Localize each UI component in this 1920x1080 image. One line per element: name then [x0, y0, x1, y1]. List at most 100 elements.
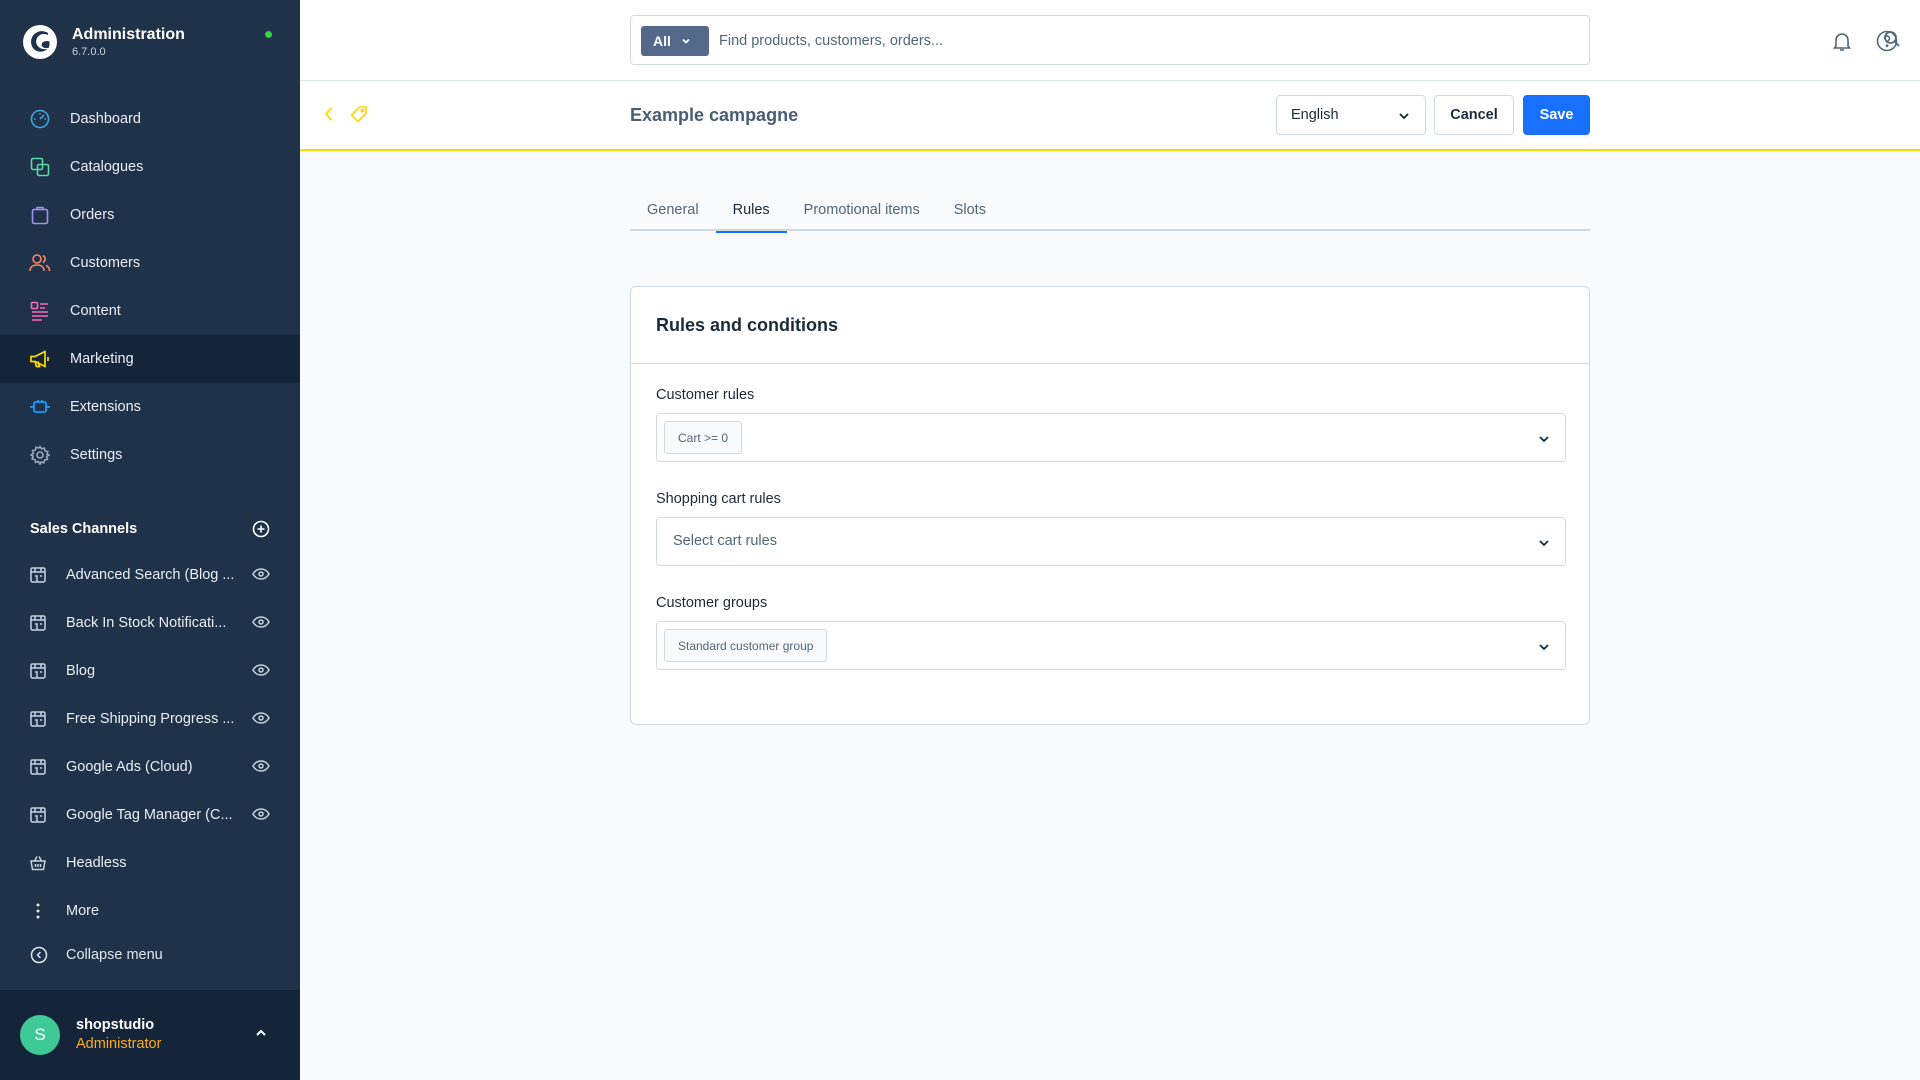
storefront-icon	[28, 805, 48, 825]
nav-label: Customers	[70, 255, 141, 271]
tab-promotional-items[interactable]: Promotional items	[787, 196, 937, 231]
customers-icon	[28, 251, 52, 275]
customer-rules-select[interactable]: Cart >= 0	[656, 413, 1566, 462]
eye-icon[interactable]	[252, 567, 270, 581]
nav-item-customers[interactable]: Customers	[0, 239, 300, 287]
collapse-menu-label: Collapse menu	[66, 947, 163, 963]
content-icon	[28, 299, 52, 323]
eye-icon[interactable]	[252, 759, 270, 773]
orders-icon	[28, 203, 52, 227]
sales-channel-item[interactable]: Google Ads (Cloud)	[0, 743, 300, 791]
sales-channel-list: Advanced Search (Blog ... Back In Stock …	[0, 551, 300, 935]
eye-icon[interactable]	[252, 615, 270, 629]
nav-label: Extensions	[70, 399, 141, 415]
smart-bar: Example campagne English Cancel Save	[300, 81, 1920, 151]
chevron-down-icon	[681, 36, 691, 46]
sales-channel-label: Blog	[66, 663, 96, 679]
eye-icon[interactable]	[252, 711, 270, 725]
nav-label: Dashboard	[70, 111, 141, 127]
settings-icon	[28, 443, 52, 467]
sales-channels-header: Sales Channels	[30, 520, 270, 538]
user-menu[interactable]: S shopstudio Administrator	[0, 990, 300, 1080]
notifications-bell-icon[interactable]	[1831, 30, 1853, 52]
tab-slots[interactable]: Slots	[937, 196, 1003, 231]
main-nav: Dashboard Catalogues Orders Customers Co…	[0, 95, 300, 479]
extensions-icon	[28, 395, 52, 419]
sales-channel-more[interactable]: More	[0, 887, 300, 935]
nav-item-marketing[interactable]: Marketing	[0, 335, 300, 383]
sales-channel-item[interactable]: Free Shipping Progress ...	[0, 695, 300, 743]
search-type-dropdown[interactable]: All	[641, 26, 709, 56]
avatar: S	[20, 1015, 60, 1055]
chevron-up-icon[interactable]	[254, 1026, 268, 1040]
card-header: Rules and conditions	[631, 287, 1589, 364]
sales-channel-label: More	[66, 903, 100, 919]
catalogues-icon	[28, 155, 52, 179]
customer-group-chip[interactable]: Standard customer group	[664, 629, 828, 662]
customer-groups-field: Customer groups Standard customer group	[656, 595, 1566, 670]
collapse-menu-button[interactable]: Collapse menu	[30, 946, 163, 964]
card-title: Rules and conditions	[656, 314, 839, 335]
language-switch[interactable]: English	[1276, 95, 1426, 135]
sales-channel-item[interactable]: Blog	[0, 647, 300, 695]
page-title: Example campagne	[630, 105, 799, 125]
storefront-icon	[28, 565, 48, 585]
tab-general[interactable]: General	[630, 196, 716, 231]
sales-channel-label: Back In Stock Notificati...	[66, 615, 227, 631]
language-selected: English	[1291, 107, 1339, 123]
back-arrow-icon[interactable]	[322, 105, 336, 123]
dashboard-icon	[28, 107, 52, 131]
help-icon[interactable]	[1876, 30, 1898, 52]
eye-icon[interactable]	[252, 807, 270, 821]
basket-icon	[28, 853, 48, 873]
customer-rules-field: Customer rules Cart >= 0	[656, 387, 1566, 462]
nav-label: Marketing	[70, 351, 134, 367]
sales-channel-item[interactable]: Back In Stock Notificati...	[0, 599, 300, 647]
nav-item-settings[interactable]: Settings	[0, 431, 300, 479]
storefront-icon	[28, 709, 48, 729]
user-name: shopstudio	[76, 1017, 155, 1033]
more-vertical-icon	[28, 901, 48, 921]
top-bar: All	[300, 0, 1920, 81]
sales-channel-item[interactable]: Google Tag Manager (C...	[0, 791, 300, 839]
add-sales-channel-icon[interactable]	[252, 520, 270, 538]
sales-channel-label: Free Shipping Progress ...	[66, 711, 235, 727]
app-version: 6.7.0.0	[72, 46, 106, 58]
customer-rule-chip[interactable]: Cart >= 0	[664, 421, 743, 454]
nav-label: Orders	[70, 207, 115, 223]
sales-channels-title: Sales Channels	[30, 521, 138, 537]
nav-item-extensions[interactable]: Extensions	[0, 383, 300, 431]
sales-channel-item[interactable]: Headless	[0, 839, 300, 887]
customer-rules-label: Customer rules	[656, 387, 755, 403]
marketing-icon	[28, 347, 52, 371]
eye-icon[interactable]	[252, 663, 270, 677]
nav-item-catalogues[interactable]: Catalogues	[0, 143, 300, 191]
nav-item-orders[interactable]: Orders	[0, 191, 300, 239]
nav-item-dashboard[interactable]: Dashboard	[0, 95, 300, 143]
save-button[interactable]: Save	[1523, 95, 1590, 135]
cart-rules-field: Shopping cart rules Select cart rules	[656, 491, 1566, 566]
online-status-dot	[265, 31, 272, 38]
tab-rules[interactable]: Rules	[715, 196, 787, 233]
tab-bar: General Rules Promotional items Slots	[630, 196, 1590, 233]
chevron-down-icon	[1397, 109, 1411, 123]
tag-icon	[350, 105, 368, 123]
rules-card: Rules and conditions Customer rules Cart…	[630, 286, 1590, 725]
search-type-label: All	[653, 33, 671, 49]
sidebar: Administration 6.7.0.0 Dashboard Catalog…	[0, 0, 300, 1080]
nav-label: Content	[70, 303, 121, 319]
sales-channel-label: Google Tag Manager (C...	[66, 807, 233, 823]
sales-channel-label: Google Ads (Cloud)	[66, 759, 193, 775]
brand[interactable]: Administration 6.7.0.0	[22, 22, 185, 62]
nav-item-content[interactable]: Content	[0, 287, 300, 335]
cart-rules-placeholder: Select cart rules	[673, 533, 777, 549]
customer-groups-select[interactable]: Standard customer group	[656, 621, 1566, 670]
sales-channel-item[interactable]: Advanced Search (Blog ...	[0, 551, 300, 599]
search-input[interactable]	[719, 28, 1539, 54]
storefront-icon	[28, 613, 48, 633]
chevron-down-icon	[1537, 432, 1551, 446]
storefront-icon	[28, 757, 48, 777]
cart-rules-select[interactable]: Select cart rules	[656, 517, 1566, 566]
app-title: Administration	[72, 26, 185, 43]
cancel-button[interactable]: Cancel	[1434, 95, 1514, 135]
